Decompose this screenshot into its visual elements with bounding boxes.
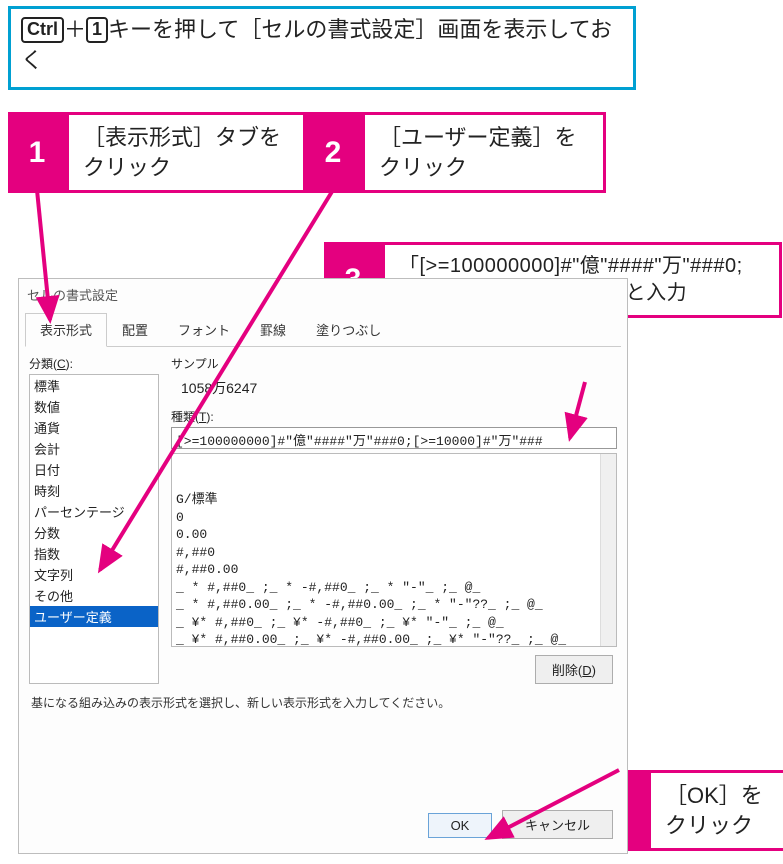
category-label: 分類(C):: [29, 355, 159, 372]
category-item[interactable]: 数値: [30, 396, 158, 417]
category-item[interactable]: 文字列: [30, 564, 158, 585]
format-item[interactable]: 0.00: [176, 526, 612, 544]
category-item[interactable]: 指数: [30, 543, 158, 564]
format-item[interactable]: G/標準: [176, 491, 612, 509]
category-item[interactable]: 日付: [30, 459, 158, 480]
cancel-button[interactable]: キャンセル: [502, 810, 613, 839]
tab-number-format[interactable]: 表示形式: [25, 313, 107, 347]
type-label: 種類(T):: [171, 408, 617, 425]
callout-2-number: 2: [304, 112, 362, 193]
sample-label: サンプル: [171, 355, 617, 372]
dialog-title: セルの書式設定: [19, 279, 627, 306]
format-item[interactable]: _ * #,##0_ ;_ * -#,##0_ ;_ * "-"_ ;_ @_: [176, 579, 612, 597]
category-item[interactable]: 時刻: [30, 480, 158, 501]
callout-1: 1 ［表示形式］タブをクリック: [8, 112, 306, 193]
tab-fill[interactable]: 塗りつぶし: [301, 313, 396, 347]
format-list[interactable]: G/標準00.00#,##0#,##0.00_ * #,##0_ ;_ * -#…: [171, 453, 617, 647]
format-item[interactable]: _ ¥* #,##0.00_ ;_ ¥* -#,##0.00_ ;_ ¥* "-…: [176, 631, 612, 647]
format-cells-dialog: セルの書式設定 表示形式 配置 フォント 罫線 塗りつぶし 分類(C): 標準数…: [18, 278, 628, 854]
tab-alignment[interactable]: 配置: [107, 313, 163, 347]
format-item[interactable]: #,##0.00: [176, 561, 612, 579]
tab-font[interactable]: フォント: [163, 313, 245, 347]
key-1: 1: [86, 17, 108, 43]
intro-text: キーを押して［セルの書式設定］画面を表示しておく: [21, 17, 612, 73]
plus-sign: ＋: [64, 17, 86, 42]
category-item[interactable]: その他: [30, 585, 158, 606]
dialog-hint: 基になる組み込みの表示形式を選択し、新しい表示形式を入力してください。: [19, 684, 627, 711]
dialog-tabs: 表示形式 配置 フォント 罫線 塗りつぶし: [25, 312, 621, 347]
category-item[interactable]: パーセンテージ: [30, 501, 158, 522]
scrollbar[interactable]: [600, 454, 616, 646]
callout-2-text: ［ユーザー定義］をクリック: [362, 112, 606, 193]
format-item[interactable]: _ ¥* #,##0_ ;_ ¥* -#,##0_ ;_ ¥* "-"_ ;_ …: [176, 614, 612, 632]
format-item[interactable]: _ * #,##0.00_ ;_ * -#,##0.00_ ;_ * "-"??…: [176, 596, 612, 614]
type-input[interactable]: [>=100000000]#"億"####"万"###0;[>=10000]#"…: [171, 427, 617, 449]
callout-1-number: 1: [8, 112, 66, 193]
ok-button[interactable]: OK: [428, 813, 493, 838]
delete-button[interactable]: 削除(D): [535, 655, 613, 684]
category-listbox[interactable]: 標準数値通貨会計日付時刻パーセンテージ分数指数文字列その他ユーザー定義: [29, 374, 159, 684]
category-item[interactable]: ユーザー定義: [30, 606, 158, 627]
callout-4-text: ［OK］をクリック: [648, 770, 783, 851]
format-item[interactable]: 0: [176, 509, 612, 527]
sample-value: 1058万6247: [171, 374, 617, 408]
category-item[interactable]: 標準: [30, 375, 158, 396]
category-item[interactable]: 会計: [30, 438, 158, 459]
tab-border[interactable]: 罫線: [245, 313, 301, 347]
callout-1-text: ［表示形式］タブをクリック: [66, 112, 306, 193]
key-ctrl: Ctrl: [21, 17, 64, 43]
intro-instruction: Ctrl＋1キーを押して［セルの書式設定］画面を表示しておく: [8, 6, 636, 90]
dialog-buttons: OK キャンセル: [422, 810, 613, 839]
format-item[interactable]: #,##0: [176, 544, 612, 562]
category-item[interactable]: 分数: [30, 522, 158, 543]
category-item[interactable]: 通貨: [30, 417, 158, 438]
callout-2: 2 ［ユーザー定義］をクリック: [304, 112, 606, 193]
